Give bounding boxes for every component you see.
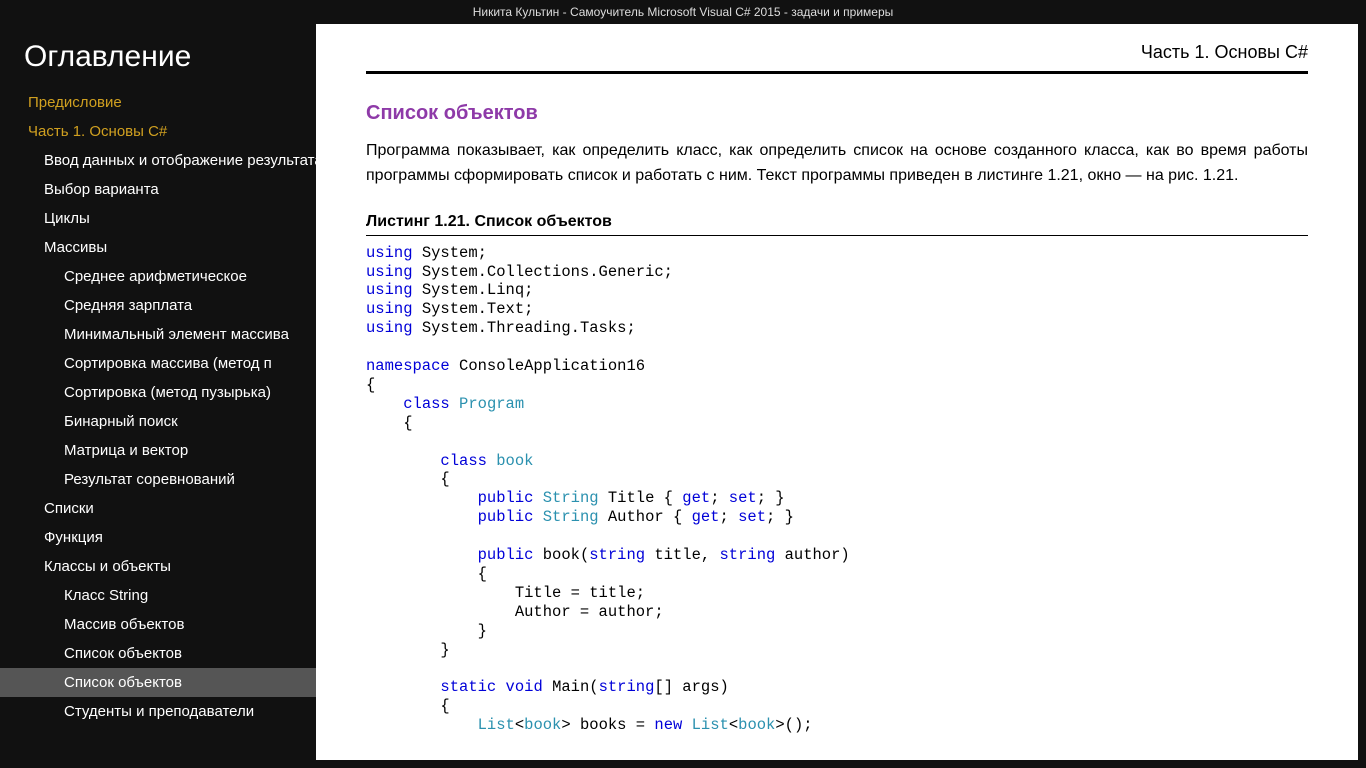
toc-item[interactable]: Список объектов: [0, 668, 316, 697]
content-page: Часть 1. Основы C# Список объектов Прогр…: [316, 24, 1358, 760]
toc-item[interactable]: Массив объектов: [0, 610, 316, 639]
toc-item[interactable]: Бинарный поиск: [0, 407, 316, 436]
toc-item[interactable]: Предисловие: [0, 88, 316, 117]
toc-item[interactable]: Часть 1. Основы C#: [0, 117, 316, 146]
sidebar: Оглавление ПредисловиеЧасть 1. Основы C#…: [0, 24, 316, 768]
toc-item[interactable]: Сортировка (метод пузырька): [0, 378, 316, 407]
content-wrap: Часть 1. Основы C# Список объектов Прогр…: [316, 24, 1366, 768]
toc-item[interactable]: Ввод данных и отображение результата: [0, 146, 316, 175]
toc-item[interactable]: Списки: [0, 494, 316, 523]
toc-item[interactable]: Сортировка массива (метод п: [0, 349, 316, 378]
toc-item[interactable]: Функция: [0, 523, 316, 552]
main-area: Оглавление ПредисловиеЧасть 1. Основы C#…: [0, 24, 1366, 768]
toc-item[interactable]: Результат соревнований: [0, 465, 316, 494]
toc-item[interactable]: Студенты и преподаватели: [0, 697, 316, 726]
toc-item[interactable]: Средняя зарплата: [0, 291, 316, 320]
toc-item[interactable]: Класс String: [0, 581, 316, 610]
sidebar-heading: Оглавление: [0, 40, 316, 88]
listing-title: Листинг 1.21. Список объектов: [366, 213, 1308, 236]
divider: [366, 71, 1308, 74]
toc-item[interactable]: Классы и объекты: [0, 552, 316, 581]
section-paragraph: Программа показывает, как определить кла…: [366, 139, 1308, 189]
toc-item[interactable]: Список объектов: [0, 639, 316, 668]
table-of-contents: ПредисловиеЧасть 1. Основы C#Ввод данных…: [0, 88, 316, 726]
toc-item[interactable]: Выбор варианта: [0, 175, 316, 204]
toc-item[interactable]: Матрица и вектор: [0, 436, 316, 465]
toc-item[interactable]: Среднее арифметическое: [0, 262, 316, 291]
toc-item[interactable]: Массивы: [0, 233, 316, 262]
toc-item[interactable]: Циклы: [0, 204, 316, 233]
section-title: Список объектов: [366, 102, 1308, 125]
code-listing: using System; using System.Collections.G…: [366, 244, 1308, 736]
window-title: Никита Культин - Самоучитель Microsoft V…: [0, 0, 1366, 24]
chapter-header: Часть 1. Основы C#: [366, 42, 1308, 71]
toc-item[interactable]: Минимальный элемент массива: [0, 320, 316, 349]
